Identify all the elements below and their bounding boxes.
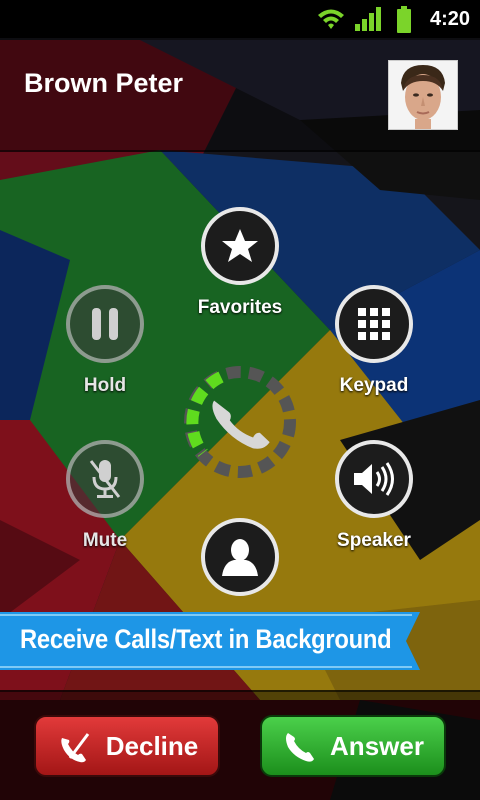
contact-icon	[222, 539, 258, 576]
caller-name: Brown Peter	[24, 68, 184, 98]
mute-label: Mute	[82, 530, 128, 551]
favorites-label: Favorites	[197, 297, 283, 318]
decline-phone-icon	[61, 733, 89, 763]
battery-icon	[397, 6, 411, 33]
caller-header: Brown Peter	[0, 38, 480, 152]
promo-banner[interactable]: Receive Calls/Text in Background	[0, 610, 420, 672]
microphone-muted-icon	[89, 460, 121, 498]
pause-icon	[92, 308, 118, 340]
status-time: 4:20	[429, 8, 470, 30]
keypad-button[interactable]: Keypad	[319, 285, 429, 397]
hold-label: Hold	[83, 375, 127, 396]
star-icon	[222, 229, 258, 262]
speaker-button[interactable]: Speaker	[319, 440, 429, 552]
answer-label: Answer	[330, 730, 424, 761]
keypad-label: Keypad	[339, 375, 409, 396]
call-action-bar: Decline Answer	[0, 690, 480, 800]
status-bar: 4:20	[0, 0, 480, 38]
caller-avatar	[388, 60, 458, 130]
decline-button[interactable]: Decline	[34, 715, 220, 777]
incoming-call-screen: 4:20 Brown Peter Favorites Hold Keypad M…	[0, 0, 480, 800]
caller-photo	[389, 61, 457, 129]
answer-phone-icon	[286, 733, 315, 762]
signal-strength-icon	[355, 7, 381, 31]
banner-text: Receive Calls/Text in Background	[20, 624, 392, 654]
mute-button[interactable]: Mute	[50, 440, 160, 552]
decline-label: Decline	[105, 730, 199, 761]
contact-button[interactable]	[185, 518, 295, 596]
call-ring-indicator	[184, 366, 296, 478]
favorites-button[interactable]: Favorites	[185, 207, 295, 319]
answer-button[interactable]: Answer	[260, 715, 446, 777]
speaker-icon	[354, 462, 394, 496]
speaker-label: Speaker	[337, 530, 411, 551]
wifi-icon	[318, 9, 344, 29]
hold-button[interactable]: Hold	[50, 285, 160, 397]
keypad-icon	[358, 308, 390, 340]
phone-icon	[212, 400, 270, 449]
